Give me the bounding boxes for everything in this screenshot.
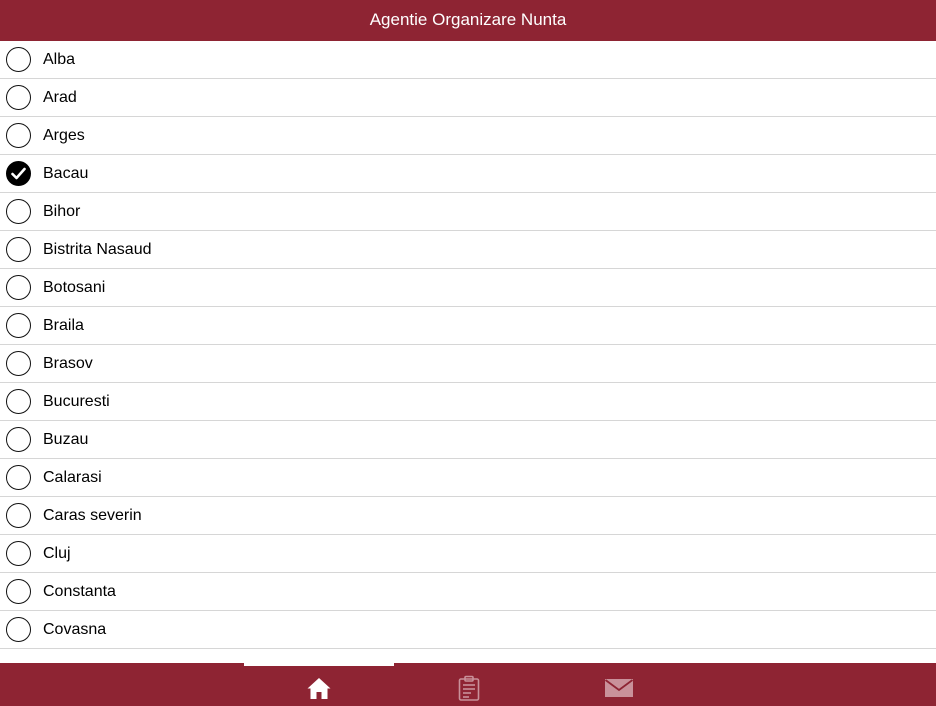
- checkmark-icon: [11, 167, 26, 180]
- list-item-label: Calarasi: [43, 469, 102, 486]
- radio-button[interactable]: [6, 313, 31, 338]
- list-item-label: Botosani: [43, 279, 106, 296]
- list-item-label: Caras severin: [43, 507, 142, 524]
- list-item[interactable]: Bacau: [0, 155, 936, 193]
- tab-contact[interactable]: [544, 663, 694, 706]
- clipboard-icon: [458, 675, 480, 701]
- radio-button-checked[interactable]: [6, 161, 31, 186]
- list-item[interactable]: Brasov: [0, 345, 936, 383]
- list-item-label: Braila: [43, 317, 84, 334]
- list-item[interactable]: Botosani: [0, 269, 936, 307]
- list-item[interactable]: Alba: [0, 41, 936, 79]
- radio-button[interactable]: [6, 199, 31, 224]
- list-item[interactable]: Calarasi: [0, 459, 936, 497]
- list-item-label: Alba: [43, 51, 76, 68]
- app-header: Agentie Organizare Nunta: [0, 0, 936, 41]
- radio-button[interactable]: [6, 389, 31, 414]
- list-item-label: Covasna: [43, 621, 107, 638]
- radio-button[interactable]: [6, 427, 31, 452]
- list-item-label: Constanta: [43, 583, 116, 600]
- list-item[interactable]: Bihor: [0, 193, 936, 231]
- list-item[interactable]: Bucuresti: [0, 383, 936, 421]
- radio-button[interactable]: [6, 275, 31, 300]
- radio-button[interactable]: [6, 351, 31, 376]
- mail-icon: [604, 679, 634, 697]
- home-icon: [307, 678, 331, 699]
- radio-button[interactable]: [6, 47, 31, 72]
- list-item-label: Brasov: [43, 355, 93, 372]
- list-item-label: Bistrita Nasaud: [43, 241, 152, 258]
- list-item-label: Arges: [43, 127, 85, 144]
- radio-button[interactable]: [6, 237, 31, 262]
- list-item[interactable]: Bistrita Nasaud: [0, 231, 936, 269]
- radio-button[interactable]: [6, 123, 31, 148]
- list-item-label: Cluj: [43, 545, 71, 562]
- list-item[interactable]: Buzau: [0, 421, 936, 459]
- list-item[interactable]: Cluj: [0, 535, 936, 573]
- radio-button[interactable]: [6, 503, 31, 528]
- list-item-label: Arad: [43, 89, 77, 106]
- tab-bar: [0, 663, 936, 706]
- list-item-label: Bucuresti: [43, 393, 110, 410]
- radio-button[interactable]: [6, 85, 31, 110]
- list-item[interactable]: Caras severin: [0, 497, 936, 535]
- radio-button[interactable]: [6, 541, 31, 566]
- county-list: Alba Arad Arges Bacau Bihor Bistrita Nas…: [0, 41, 936, 663]
- list-item-label: Buzau: [43, 431, 89, 448]
- tab-orders[interactable]: [394, 663, 544, 706]
- list-item-label: Bacau: [43, 165, 89, 182]
- list-item[interactable]: Braila: [0, 307, 936, 345]
- list-item[interactable]: Arad: [0, 79, 936, 117]
- list-item[interactable]: Constanta: [0, 573, 936, 611]
- list-item-label: Bihor: [43, 203, 81, 220]
- radio-button[interactable]: [6, 465, 31, 490]
- radio-button[interactable]: [6, 617, 31, 642]
- list-item[interactable]: Arges: [0, 117, 936, 155]
- tab-home[interactable]: [244, 663, 394, 706]
- list-item[interactable]: Covasna: [0, 611, 936, 649]
- radio-button[interactable]: [6, 579, 31, 604]
- page-title: Agentie Organizare Nunta: [369, 10, 567, 29]
